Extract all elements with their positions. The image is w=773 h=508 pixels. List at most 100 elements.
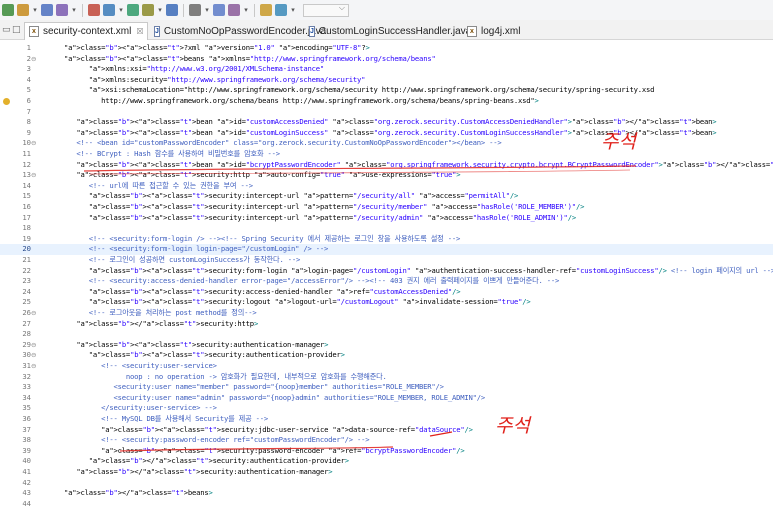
code-text: <!-- url에 따른 접근할 수 있는 권한을 부여 --> bbox=[88, 180, 253, 190]
perspective-icon[interactable] bbox=[228, 4, 240, 16]
fold-toggle-icon[interactable]: ⊖ bbox=[31, 340, 39, 351]
close-tab-icon[interactable]: ☒ bbox=[136, 27, 143, 36]
dropdown-arrow-icon[interactable]: ▾ bbox=[118, 6, 124, 14]
dropdown-arrow-icon[interactable]: ▾ bbox=[243, 6, 249, 14]
code-line-15[interactable]: 15 "a">class="b"><"a">class="t">security… bbox=[0, 191, 773, 202]
dropdown-arrow-icon[interactable]: ▾ bbox=[157, 6, 163, 14]
package-icon[interactable] bbox=[56, 4, 68, 16]
minimize-icon[interactable]: ▭ bbox=[2, 25, 11, 35]
code-line-3[interactable]: 3 "a">xmlns:xsi="http://www.w3.org/2001/… bbox=[0, 64, 773, 75]
code-line-43[interactable]: 43 "a">class="b"></"a">class="t">beans> bbox=[0, 488, 773, 499]
tab-log4j-xml[interactable]: x log4j.xml bbox=[463, 22, 533, 40]
code-line-39[interactable]: 39 "a">class="b"><"a">class="t">security… bbox=[0, 446, 773, 457]
code-line-38[interactable]: 38 <!-- <security:password-encoder ref="… bbox=[0, 435, 773, 446]
fold-toggle-icon[interactable]: ⊖ bbox=[31, 54, 39, 65]
code-line-22[interactable]: 22 "a">class="b"><"a">class="t">security… bbox=[0, 266, 773, 277]
maximize-icon[interactable]: □ bbox=[12, 25, 21, 35]
code-line-12[interactable]: 12 "a">class="b"><"a">class="t">bean "a"… bbox=[0, 160, 773, 171]
task-icon[interactable] bbox=[260, 4, 272, 16]
debug-icon[interactable] bbox=[103, 4, 115, 16]
code-line-34[interactable]: 34 <security:user name="admin" password=… bbox=[0, 393, 773, 404]
fold-toggle-icon[interactable]: ⊖ bbox=[31, 170, 39, 181]
code-line-11[interactable]: 11 <!-- BCrypt : Hash 함수를 사용하여 비밀번호를 암호화… bbox=[0, 149, 773, 160]
code-line-44[interactable]: 44 bbox=[0, 499, 773, 508]
dropdown-arrow-icon[interactable]: ▾ bbox=[32, 6, 38, 14]
code-line-24[interactable]: 24 "a">class="b"><"a">class="t">security… bbox=[0, 287, 773, 298]
fold-toggle-icon[interactable]: ⊖ bbox=[31, 361, 39, 372]
code-line-21[interactable]: 21 <!-- 로그인이 성공하면 customLoginSuccess가 동작… bbox=[0, 255, 773, 266]
fold-toggle-icon[interactable]: ⊖ bbox=[31, 138, 39, 149]
code-line-7[interactable]: 7 bbox=[0, 107, 773, 118]
code-line-40[interactable]: 40 "a">class="b"></"a">class="t">securit… bbox=[0, 456, 773, 467]
code-line-26[interactable]: 26 ⊖ <!-- 로그아웃을 처리하는 post method를 정의--> bbox=[0, 308, 773, 319]
search-icon[interactable] bbox=[88, 4, 100, 16]
tab-security-context-xml[interactable]: x security-context.xml ☒ bbox=[24, 22, 148, 40]
code-line-1[interactable]: 1 "a">class="b"><"a">class="t">?xml "a">v… bbox=[0, 43, 773, 54]
code-text: <!-- <security:password-encoder ref="cus… bbox=[101, 435, 370, 445]
code-line-4[interactable]: 4 "a">xmlns:security="http://www.springf… bbox=[0, 75, 773, 86]
code-line-42[interactable]: 42 bbox=[0, 478, 773, 489]
code-line-32[interactable]: 32 noop : no operation -> 암호화가 필요한데, 내부적… bbox=[0, 372, 773, 383]
forward-icon[interactable] bbox=[213, 4, 225, 16]
code-line-41[interactable]: 41 "a">class="b"></"a">class="t">securit… bbox=[0, 467, 773, 478]
code-line-30[interactable]: 30 ⊖ "a">class="b"><"a">class="t">securit… bbox=[0, 350, 773, 361]
new-icon[interactable] bbox=[41, 4, 53, 16]
code-text: "a">class="b"><"a">class="t">security:fo… bbox=[88, 265, 773, 275]
line-number: 28 bbox=[22, 329, 31, 339]
open-icon[interactable] bbox=[17, 4, 29, 16]
line-number: 5 bbox=[26, 85, 31, 95]
run-icon[interactable] bbox=[2, 4, 14, 16]
annotation-prev-icon[interactable] bbox=[166, 4, 178, 16]
code-line-37[interactable]: 37 "a">class="b"><"a">class="t">security… bbox=[0, 425, 773, 436]
back-icon[interactable] bbox=[189, 4, 201, 16]
code-line-5[interactable]: 5 "a">xsi:schemaLocation="http://www.spr… bbox=[0, 85, 773, 96]
code-line-10[interactable]: 10 ⊖ <!-- <bean id="customPasswordEncoder… bbox=[0, 138, 773, 149]
code-line-13[interactable]: 13 ⊖ "a">class="b"><"a">class="t">securit… bbox=[0, 170, 773, 181]
code-text: http://www.springframework.org/schema/be… bbox=[64, 96, 539, 105]
code-text: "a">class="b"><"a">class="t">security:lo… bbox=[88, 297, 531, 307]
line-number: 10 bbox=[22, 138, 31, 148]
code-line-36[interactable]: 36 <!-- MySQL DB를 사용해서 Security를 제공 --> bbox=[0, 414, 773, 425]
tab-customloginsuccesshandler-java[interactable]: J CustomLoginSuccessHandler.java bbox=[305, 22, 471, 40]
line-number: 23 bbox=[22, 276, 31, 286]
code-line-19[interactable]: 19 <!-- <security:form-login /> --><!-- … bbox=[0, 234, 773, 245]
code-line-9[interactable]: 9 "a">class="b"><"a">class="t">bean "a">… bbox=[0, 128, 773, 139]
code-line-23[interactable]: 23 <!-- <security:access-denied-handler … bbox=[0, 276, 773, 287]
line-number: 8 bbox=[26, 117, 31, 127]
coverage-icon[interactable] bbox=[127, 4, 139, 16]
fold-toggle-icon[interactable]: ⊖ bbox=[31, 350, 39, 361]
code-line-20[interactable]: 20 <!-- <security:form-login login-page=… bbox=[0, 244, 773, 255]
line-number: 29 bbox=[22, 339, 31, 349]
code-line-31[interactable]: 31 ⊖ <!-- <security:user-service> bbox=[0, 361, 773, 372]
toolbar-combo-box[interactable] bbox=[303, 3, 349, 17]
line-number: 12 bbox=[22, 159, 31, 169]
fold-toggle-icon[interactable]: ⊖ bbox=[31, 308, 39, 319]
code-line-8[interactable]: 8 "a">class="b"><"a">class="t">bean "a">… bbox=[0, 117, 773, 128]
line-number: 38 bbox=[22, 435, 31, 445]
annotation-next-icon[interactable] bbox=[142, 4, 154, 16]
code-line-27[interactable]: 27 "a">class="b"></"a">class="t">securit… bbox=[0, 319, 773, 330]
grid-icon[interactable] bbox=[275, 4, 287, 16]
code-line-6[interactable]: 6 http://www.springframework.org/schema/… bbox=[0, 96, 773, 107]
code-line-2[interactable]: 2 ⊖ "a">class="b"><"a">class="t">beans "a"… bbox=[0, 54, 773, 65]
dropdown-arrow-icon[interactable]: ▾ bbox=[204, 6, 210, 14]
line-number: 44 bbox=[22, 498, 31, 508]
line-number: 32 bbox=[22, 371, 31, 381]
dropdown-arrow-icon[interactable]: ▾ bbox=[71, 6, 77, 14]
code-line-14[interactable]: 14 <!-- url에 따른 접근할 수 있는 권한을 부여 --> bbox=[0, 181, 773, 192]
code-line-35[interactable]: 35 </security:user-service> --> bbox=[0, 403, 773, 414]
tab-customnooppasswordencoder-java[interactable]: J CustomNoOpPasswordEncoder.java bbox=[150, 22, 326, 40]
code-line-16[interactable]: 16 "a">class="b"><"a">class="t">security… bbox=[0, 202, 773, 213]
code-line-29[interactable]: 29 ⊖ "a">class="b"><"a">class="t">securit… bbox=[0, 340, 773, 351]
code-line-18[interactable]: 18 bbox=[0, 223, 773, 234]
line-number: 16 bbox=[22, 202, 31, 211]
code-editor[interactable]: 1 "a">class="b"><"a">class="t">?xml "a">v… bbox=[0, 41, 773, 508]
code-line-33[interactable]: 33 <security:user name="member" password… bbox=[0, 382, 773, 393]
line-number: 39 bbox=[22, 445, 31, 455]
line-number: 1 bbox=[26, 43, 31, 52]
code-line-17[interactable]: 17 "a">class="b"><"a">class="t">security… bbox=[0, 213, 773, 224]
code-line-25[interactable]: 25 "a">class="b"><"a">class="t">security… bbox=[0, 297, 773, 308]
code-line-28[interactable]: 28 bbox=[0, 329, 773, 340]
dropdown-arrow-icon[interactable]: ▾ bbox=[290, 6, 296, 14]
warning-icon[interactable] bbox=[3, 98, 10, 105]
